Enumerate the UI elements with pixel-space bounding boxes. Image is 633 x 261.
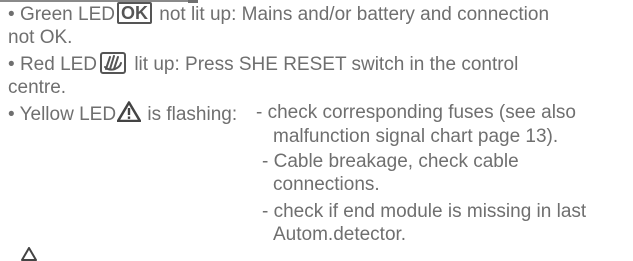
red-led-continuation: centre.: [8, 76, 66, 100]
bullet: •: [8, 104, 15, 125]
red-led-label: Red LED: [19, 54, 98, 75]
end-module-line2: Autom.detector.: [273, 223, 406, 247]
red-led-item: • Red LED lit up: Press SHE RESET switch…: [8, 52, 518, 77]
ok-box-icon: OK: [116, 2, 152, 24]
check-fuses-line1: - check corresponding fuses (see also: [256, 101, 576, 125]
check-fuses-text: - check corresponding fuses (see also: [256, 102, 576, 123]
cable-breakage-text-cont: connections.: [273, 174, 380, 195]
green-led-item: • Green LED OK not lit up: Mains and/or b…: [8, 2, 549, 27]
end-module-text-cont: Autom.detector.: [273, 224, 407, 245]
cable-breakage-line1: - Cable breakage, check cable: [262, 150, 519, 174]
warning-triangle-icon: [117, 101, 142, 122]
reset-hand-icon: [100, 52, 127, 74]
green-led-text-cont: not OK.: [8, 27, 73, 48]
bullet: •: [8, 54, 15, 75]
check-fuses-line2: malfunction signal chart page 13).: [273, 125, 558, 149]
red-led-text: lit up: Press SHE RESET switch in the co…: [134, 54, 519, 75]
yellow-led-text: is flashing:: [147, 104, 238, 125]
yellow-led-label: Yellow LED: [19, 104, 117, 125]
check-fuses-text-cont: malfunction signal chart page 13).: [273, 126, 559, 147]
bullet: •: [8, 4, 15, 25]
cable-breakage-text: - Cable breakage, check cable: [262, 151, 519, 172]
red-led-text-cont: centre.: [8, 77, 67, 98]
yellow-led-item: • Yellow LED is flashing:: [8, 101, 237, 127]
end-module-line1: - check if end module is missing in last: [262, 200, 586, 224]
end-module-text: - check if end module is missing in last: [262, 201, 587, 222]
cable-breakage-line2: connections.: [273, 173, 380, 197]
green-led-label: Green LED: [19, 4, 115, 25]
warning-triangle-icon: [21, 247, 37, 261]
green-led-text: not lit up: Mains and/or battery and con…: [159, 4, 550, 25]
green-led-continuation: not OK.: [8, 26, 72, 50]
